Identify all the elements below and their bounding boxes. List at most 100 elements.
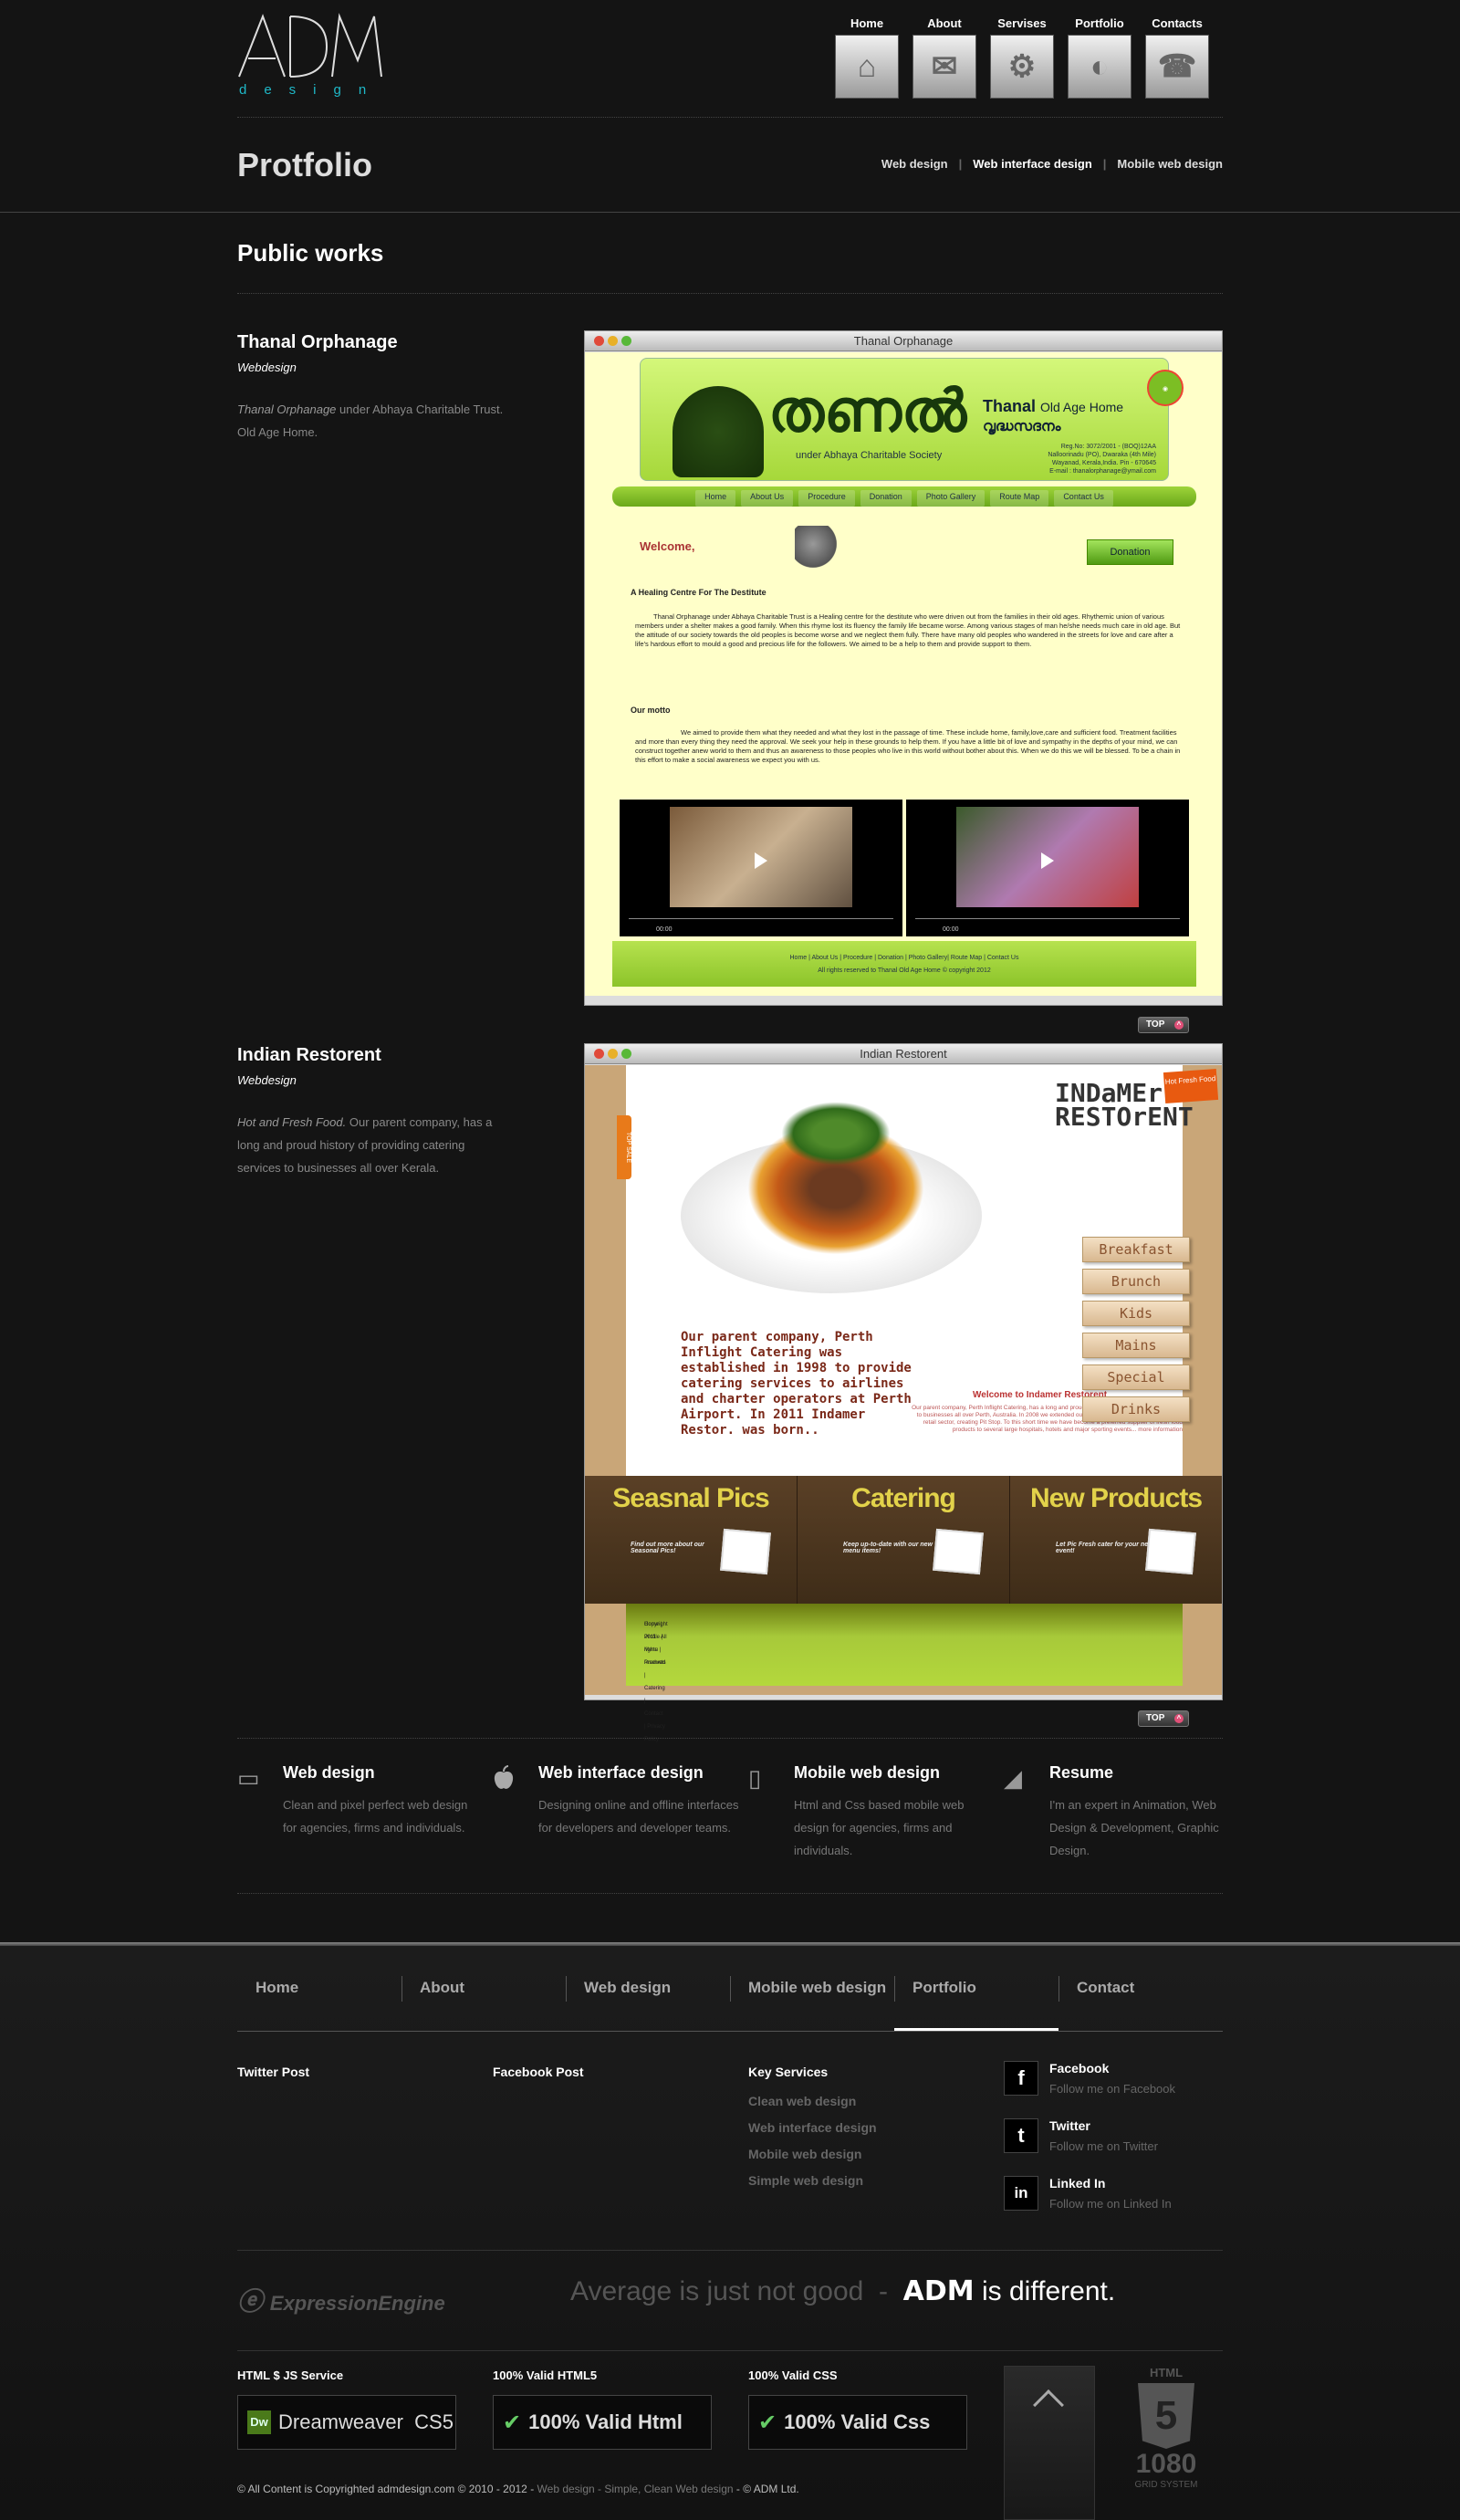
social-linkedin[interactable]: in Linked In Follow me on Linked In [1004, 2176, 1223, 2233]
close-dot-icon [594, 1049, 604, 1059]
footer-nav-about[interactable]: About [402, 1962, 566, 2031]
thanal-nav-item[interactable]: Contact Us [1054, 490, 1113, 507]
footer-nav-mobile-web-design[interactable]: Mobile web design [730, 1962, 894, 2031]
resume-icon: ◢ [1004, 1764, 1022, 1792]
arrow-up-icon: ^ [1174, 1020, 1184, 1030]
key-service-link[interactable]: Simple web design [748, 2173, 995, 2188]
thanal-nav-item[interactable]: Photo Gallery [916, 490, 986, 507]
social-facebook[interactable]: f Facebook Follow me on Facebook [1004, 2061, 1223, 2118]
key-service-link[interactable]: Mobile web design [748, 2147, 995, 2161]
thanal-badge-icon: ◉ [1147, 370, 1184, 406]
minimize-dot-icon [608, 1049, 618, 1059]
video-time: 00:00 [943, 926, 959, 933]
key-service-link[interactable]: Clean web design [748, 2094, 995, 2108]
service-resume[interactable]: ◢ Resume I'm an expert in Animation, Web… [1004, 1763, 1223, 1862]
nav-contacts[interactable]: Contacts ☎ [1145, 16, 1209, 99]
footer-background [0, 1946, 1460, 2520]
social-twitter[interactable]: t Twitter Follow me on Twitter [1004, 2118, 1223, 2176]
nav-services[interactable]: Servises ⚙ [990, 16, 1054, 99]
grid-number: 1080 [1135, 2449, 1197, 2479]
video-controls[interactable]: 00:00 [915, 918, 1180, 933]
thanal-footer-links[interactable]: Home | About Us | Procedure | Donation |… [612, 952, 1196, 965]
filter-mobile-web-design[interactable]: Mobile web design [1117, 157, 1223, 171]
thanal-name-small: Old Age Home [1040, 400, 1124, 414]
back-to-top-button[interactable]: TOP ^ [1138, 1017, 1189, 1033]
browser-window-indian[interactable]: Indian Restorent INDaMEr RESTOrENT Hot F… [584, 1043, 1223, 1742]
thanal-footer: Home | About Us | Procedure | Donation |… [612, 941, 1196, 987]
nav-about[interactable]: About ✉ [912, 16, 976, 99]
footer-nav-contact[interactable]: Contact [1058, 1962, 1223, 2031]
feature-new-products[interactable]: New Products Let Pic Fresh cater for your… [1010, 1476, 1222, 1604]
menu-kids[interactable]: Kids [1082, 1301, 1190, 1326]
key-service-link[interactable]: Web interface design [748, 2120, 995, 2135]
service-web-interface[interactable]: Web interface design Designing online an… [493, 1763, 739, 1839]
about-icon: ✉ [912, 35, 976, 99]
badge-title: 100% Valid CSS [748, 2368, 838, 2382]
feature-title: Seasnal Pics [612, 1483, 769, 1513]
service-web-design[interactable]: ▭ Web design Clean and pixel perfect web… [237, 1763, 484, 1839]
thanal-nav-item[interactable]: Route Map [990, 490, 1049, 507]
feature-thumbnail [720, 1528, 771, 1575]
services-bottom-divider [237, 1893, 1223, 1894]
service-text: I'm an expert in Animation, Web Design &… [1049, 1798, 1219, 1857]
logo-subtitle: design [239, 82, 384, 98]
play-icon[interactable] [1041, 852, 1054, 869]
section-divider [237, 293, 1223, 294]
nav-portfolio[interactable]: Portfolio ◐ [1068, 16, 1132, 99]
browser-title: Thanal Orphanage [853, 334, 954, 348]
menu-brunch[interactable]: Brunch [1082, 1269, 1190, 1294]
html5-grid-logo: HTML 5 1080 GRID SYSTEM [1121, 2366, 1212, 2490]
work-title[interactable]: Thanal Orphanage [237, 332, 511, 353]
phone-icon: ▯ [748, 1764, 762, 1792]
arrow-up-icon: ^ [1174, 1714, 1184, 1723]
play-icon[interactable] [755, 852, 767, 869]
back-to-top-button[interactable]: TOP ^ [1138, 1710, 1189, 1727]
thanal-nav: Home About Us Procedure Donation Photo G… [612, 486, 1196, 507]
service-mobile[interactable]: ▯ Mobile web design Html and Css based m… [748, 1763, 995, 1862]
top-sale-tab[interactable]: TOP SALE [617, 1115, 631, 1179]
menu-special[interactable]: Special [1082, 1365, 1190, 1390]
valid-css-badge[interactable]: ✔ 100% Valid Css [748, 2395, 967, 2450]
facebook-icon: f [1004, 2061, 1038, 2096]
thanal-nav-item[interactable]: Home [695, 490, 736, 507]
indian-menu: Breakfast Brunch Kids Mains Special Drin… [1082, 1237, 1190, 1428]
thanal-nav-item[interactable]: Donation [860, 490, 912, 507]
menu-breakfast[interactable]: Breakfast [1082, 1237, 1190, 1262]
filter-web-design[interactable]: Web design [881, 157, 948, 171]
feature-catering[interactable]: Catering Keep up-to-date with our new men… [798, 1476, 1010, 1604]
feature-title: Catering [851, 1483, 956, 1513]
scroll-top-button[interactable] [1004, 2366, 1095, 2520]
menu-drinks[interactable]: Drinks [1082, 1396, 1190, 1422]
footer-nav-home[interactable]: Home [237, 1962, 402, 2031]
dreamweaver-badge[interactable]: Dw Dreamweaver CS5 [237, 2395, 456, 2450]
social-sub: Follow me on Twitter [1049, 2139, 1158, 2153]
adm-logo[interactable]: design [237, 13, 383, 100]
video-controls[interactable]: 00:00 [629, 918, 893, 933]
copyright-link[interactable]: Web design - Simple, Clean Web design [537, 2483, 734, 2495]
footer-nav-portfolio[interactable]: Portfolio [894, 1962, 1058, 2031]
thanal-nav-item[interactable]: Procedure [798, 490, 855, 507]
tagline-adm: ADM [902, 2275, 975, 2307]
valid-html-badge[interactable]: ✔ 100% Valid Html [493, 2395, 712, 2450]
tagline: Average is just not good - ADM is differ… [570, 2275, 1115, 2307]
feature-text: Let Pic Fresh cater for your next event! [1056, 1542, 1154, 1554]
nav-home[interactable]: Home ⌂ [835, 16, 899, 99]
feature-title: New Products [1029, 1483, 1203, 1513]
expressionengine-logo[interactable]: ⓔ ExpressionEngine [237, 2282, 445, 2318]
video-player[interactable]: 00:00 [906, 800, 1189, 936]
video-time: 00:00 [656, 926, 673, 933]
thanal-nav-item[interactable]: About Us [741, 490, 794, 507]
badge-label: 100% Valid Css [784, 2410, 931, 2433]
nav-home-label: Home [850, 16, 884, 30]
service-text: Designing online and offline interfaces … [538, 1798, 739, 1835]
footer-nav-web-design[interactable]: Web design [566, 1962, 730, 2031]
work-title[interactable]: Indian Restorent [237, 1045, 511, 1066]
window-controls [594, 1049, 631, 1059]
nav-contacts-label: Contacts [1152, 16, 1203, 30]
menu-mains[interactable]: Mains [1082, 1333, 1190, 1358]
feature-seasonal[interactable]: Seasnal Pics Find out more about our Seas… [585, 1476, 798, 1604]
browser-window-thanal[interactable]: Thanal Orphanage തണൽ under Abhaya Charit… [584, 330, 1223, 1006]
video-player[interactable]: 00:00 [620, 800, 902, 936]
donation-button[interactable]: Donation [1087, 539, 1173, 565]
filter-web-interface-design[interactable]: Web interface design [973, 157, 1092, 171]
